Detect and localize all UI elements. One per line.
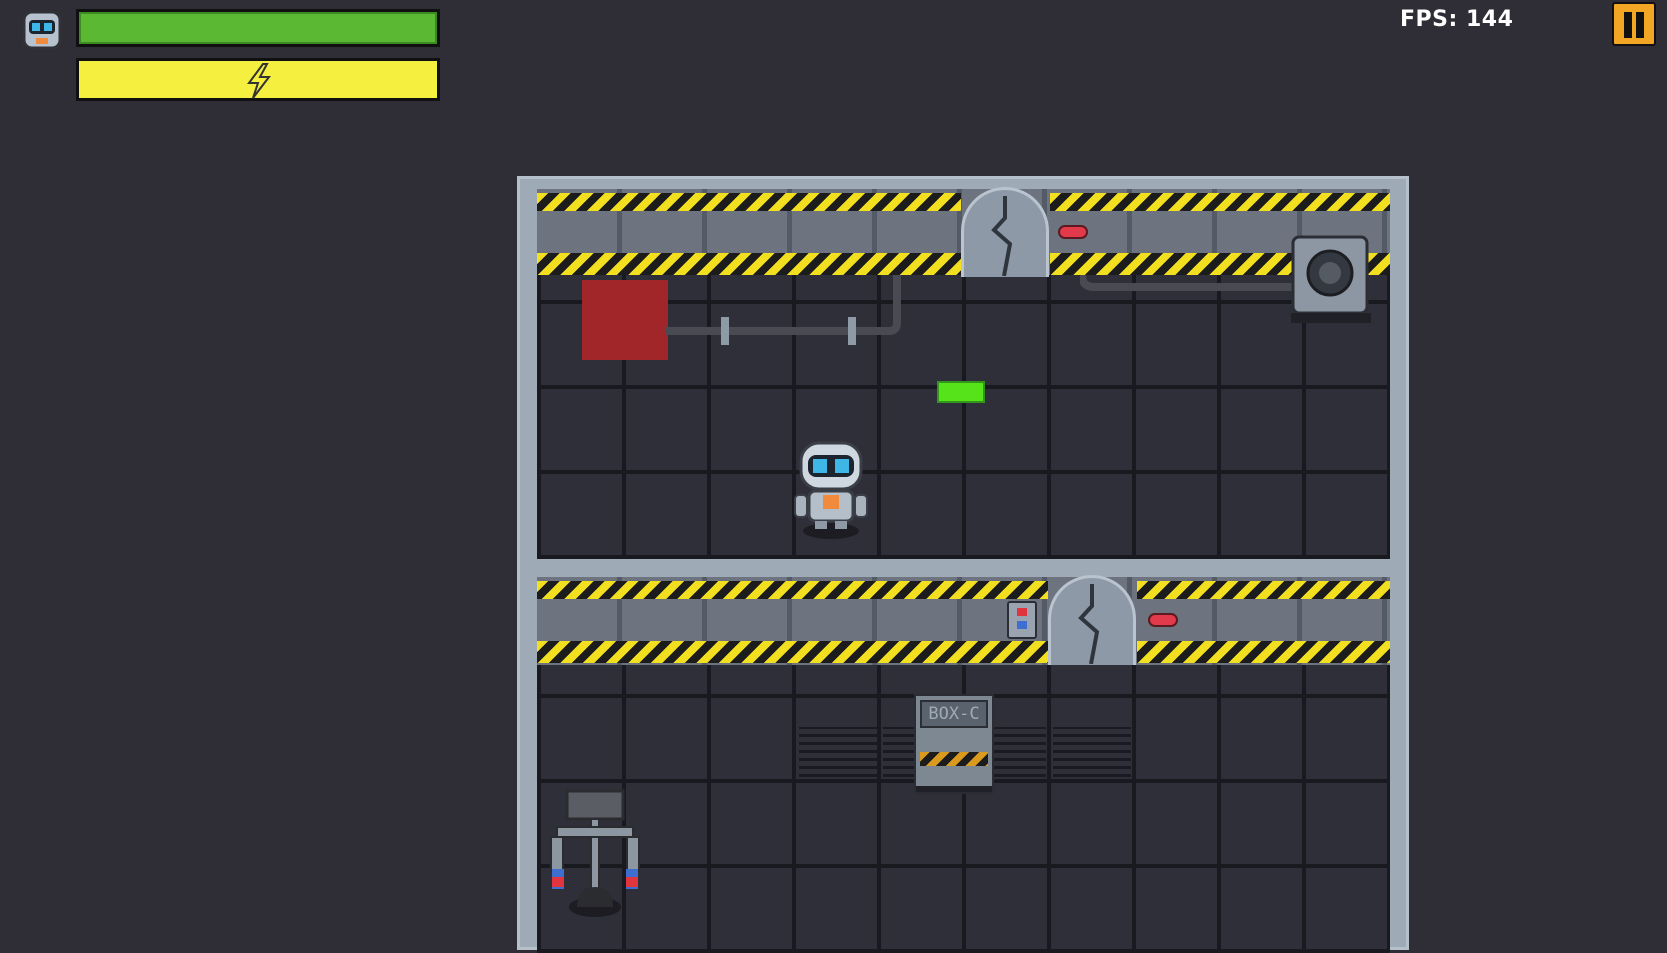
switch-red-light <box>1017 608 1027 616</box>
claw-arm-robot <box>547 789 647 919</box>
wall-speaker-machine[interactable] <box>1291 235 1371 325</box>
wall-sensor <box>1058 225 1088 239</box>
hazard-stripe <box>1137 641 1390 663</box>
upper-door[interactable] <box>961 187 1049 277</box>
player-robot <box>791 439 871 539</box>
room-divider <box>537 559 1390 577</box>
pipe <box>665 275 901 345</box>
hazard-stripe <box>1137 581 1390 599</box>
switch-blue-light <box>1017 621 1027 629</box>
hazard-stripe <box>1050 193 1390 211</box>
facility-map: BOX-C <box>517 176 1409 953</box>
red-floor-panel <box>582 280 668 360</box>
crate-hazard-stripe <box>920 752 988 766</box>
health-bar <box>76 9 440 47</box>
door-switch-panel[interactable] <box>1007 601 1037 639</box>
box-c-crate[interactable]: BOX-C <box>914 694 994 794</box>
green-keycard-pickup[interactable] <box>937 381 985 403</box>
floor-vent <box>799 727 877 777</box>
hazard-stripe <box>537 193 961 211</box>
floor-vent <box>1053 727 1131 777</box>
pause-icon <box>1624 12 1632 38</box>
hazard-stripe <box>537 253 961 275</box>
player-avatar-icon <box>20 8 64 52</box>
crate-label: BOX-C <box>920 700 988 728</box>
wall-sensor <box>1148 613 1178 627</box>
hazard-stripe <box>537 641 1048 663</box>
pipe <box>1080 275 1320 291</box>
pause-icon-bar <box>1636 12 1644 38</box>
lower-door[interactable] <box>1048 575 1136 665</box>
pause-button[interactable] <box>1612 2 1656 46</box>
hazard-stripe <box>537 581 1048 599</box>
lightning-icon <box>247 63 272 99</box>
energy-bar <box>76 58 440 101</box>
fps-counter: FPS: 144 <box>1400 7 1514 32</box>
crate-shadow <box>916 786 992 792</box>
